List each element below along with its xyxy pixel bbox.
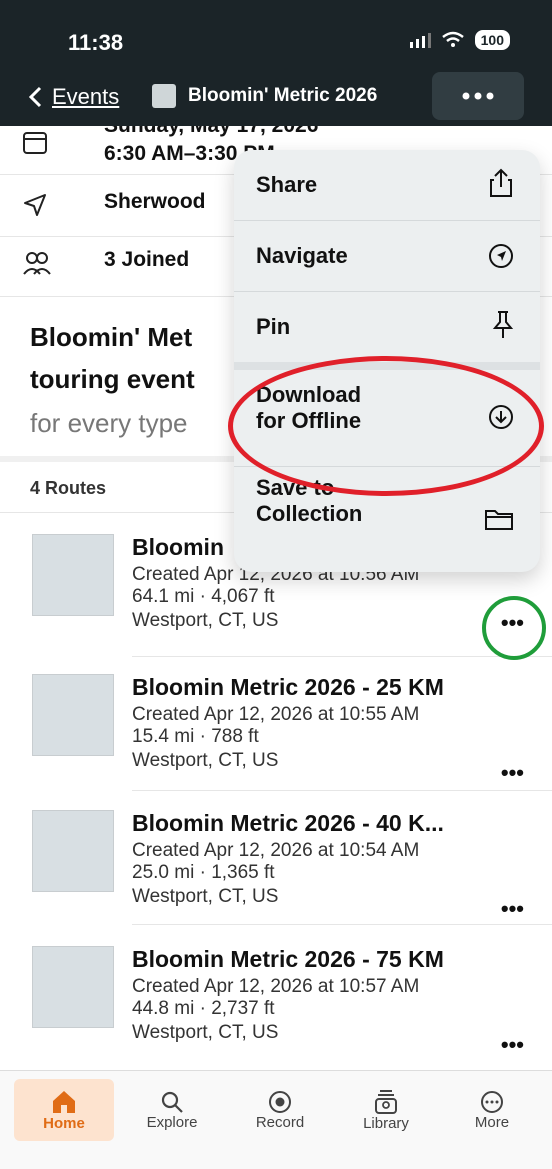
location-arrow-icon <box>24 194 46 216</box>
more-circle-icon <box>481 1090 503 1113</box>
more-options-button[interactable] <box>432 72 524 120</box>
record-icon <box>269 1090 291 1113</box>
route-list-item[interactable]: Bloomin Metric 2026 - 25 KM Created Apr … <box>0 664 552 796</box>
tab-home[interactable]: Home <box>14 1079 114 1141</box>
menu-item-pin[interactable]: Pin <box>234 292 540 360</box>
divider <box>132 924 552 925</box>
app-header: 11:38 100 Events Bloomin' Metric 2026 <box>0 0 552 126</box>
route-title: Bloomin Metric 2026 - 75 KM <box>132 946 444 972</box>
route-more-button[interactable]: ••• <box>501 760 524 786</box>
route-title: Bloomin Metric 2026 - 25 KM <box>132 674 444 700</box>
route-place: Westport, CT, US <box>132 1022 279 1043</box>
library-icon <box>375 1089 397 1114</box>
route-stats: 15.4 mi · 788 ft <box>132 726 259 747</box>
event-location: Sherwood <box>104 190 206 213</box>
route-place: Westport, CT, US <box>132 610 279 631</box>
route-map-thumbnail <box>32 946 114 1028</box>
menu-item-label: Share <box>256 172 318 197</box>
highlight-ellipse-red <box>228 356 544 496</box>
routes-header: 4 Routes <box>30 478 107 498</box>
tab-label: Home <box>43 1114 85 1132</box>
route-place: Westport, CT, US <box>132 750 279 771</box>
divider <box>132 656 552 657</box>
route-created: Created Apr 12, 2026 at 10:55 AM <box>132 704 420 725</box>
route-title: Bloomin Metric 2026 - 40 K... <box>132 810 444 836</box>
status-time: 11:38 <box>68 30 124 55</box>
search-icon <box>161 1091 183 1113</box>
menu-item-label: Navigate <box>256 243 348 268</box>
tab-record[interactable]: Record <box>230 1079 330 1141</box>
route-list-item[interactable]: Bloomin Metric 2026 - 40 K... Created Ap… <box>0 800 552 932</box>
tab-label: Explore <box>146 1113 198 1131</box>
battery-indicator: 100 <box>474 30 510 50</box>
club-logo <box>152 84 176 108</box>
event-description-line3: for every type <box>30 408 188 438</box>
route-stats: 25.0 mi · 1,365 ft <box>132 862 275 883</box>
route-map-thumbnail <box>32 674 114 756</box>
divider <box>132 790 552 791</box>
wifi-icon <box>441 31 464 47</box>
menu-item-share[interactable]: Share <box>234 150 540 220</box>
route-map-thumbnail <box>32 810 114 892</box>
tab-label: Record <box>255 1113 305 1131</box>
route-stats: 64.1 mi · 4,067 ft <box>132 586 275 607</box>
menu-item-label: Pin <box>256 314 291 339</box>
navigate-icon <box>489 244 513 268</box>
menu-item-label-line2: Collection <box>256 501 363 527</box>
route-created: Created Apr 12, 2026 at 10:54 AM <box>132 840 420 861</box>
people-icon <box>23 252 51 275</box>
route-map-thumbnail <box>32 534 114 616</box>
bottom-tab-bar: Home Explore Record Library More <box>0 1070 552 1169</box>
highlight-circle-green <box>482 596 546 660</box>
event-joined: 3 Joined <box>104 248 190 271</box>
tab-explore[interactable]: Explore <box>122 1079 222 1141</box>
back-button[interactable]: Events <box>28 84 119 110</box>
signal-icon <box>409 33 431 48</box>
share-icon <box>490 168 512 197</box>
tab-more[interactable]: More <box>442 1079 542 1141</box>
route-title: Bloomin <box>132 534 224 560</box>
folder-icon <box>485 510 513 530</box>
route-created: Created Apr 12, 2026 at 10:57 AM <box>132 976 420 997</box>
pin-icon <box>492 311 514 338</box>
event-description-line1: Bloomin' Met <box>30 322 193 352</box>
event-description-line2: touring event <box>30 364 195 394</box>
chevron-left-icon <box>28 86 42 108</box>
route-stats: 44.8 mi · 2,737 ft <box>132 998 275 1019</box>
route-place: Westport, CT, US <box>132 886 279 907</box>
back-label: Events <box>52 84 120 109</box>
tab-library[interactable]: Library <box>336 1079 436 1141</box>
ellipsis-icon <box>462 92 494 100</box>
route-more-button[interactable]: ••• <box>501 1032 524 1058</box>
page-title-text: Bloomin' Metric 2026 <box>188 85 378 106</box>
menu-item-navigate[interactable]: Navigate <box>234 221 540 291</box>
route-more-button[interactable]: ••• <box>501 896 524 922</box>
tab-label: Library <box>363 1114 409 1132</box>
status-indicators: 100 <box>409 30 510 50</box>
event-date-line1: Sunday, May 17, 2026 <box>104 126 318 138</box>
home-icon <box>53 1090 75 1113</box>
tab-label: More <box>474 1113 510 1131</box>
route-list-item[interactable]: Bloomin Metric 2026 - 75 KM Created Apr … <box>0 936 552 1068</box>
page-title: Bloomin' Metric 2026 <box>152 84 377 108</box>
calendar-icon <box>23 132 47 154</box>
